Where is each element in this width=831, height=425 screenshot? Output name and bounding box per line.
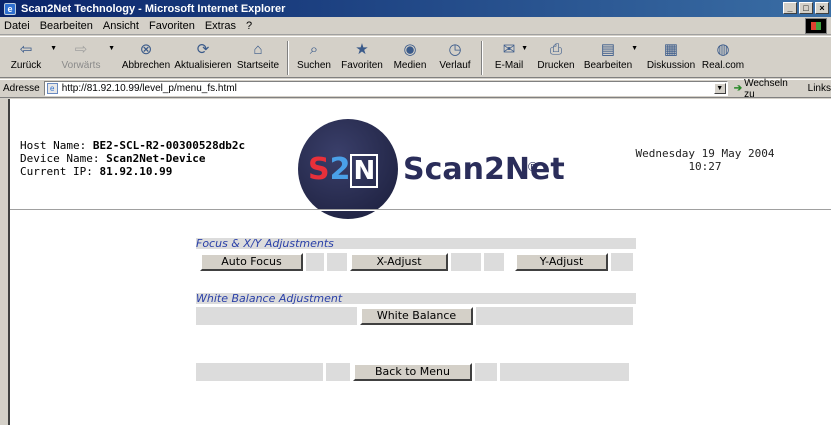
toolbar-separator — [287, 41, 289, 75]
home-icon: ⌂ — [253, 40, 263, 58]
window-title: Scan2Net Technology - Microsoft Internet… — [21, 2, 286, 15]
menu-bearbeiten[interactable]: Bearbeiten — [40, 20, 93, 32]
page-icon: e — [46, 83, 58, 94]
time-text: 10:27 — [688, 160, 722, 173]
ip-value: 81.92.10.99 — [99, 165, 173, 178]
device-value: Scan2Net-Device — [106, 152, 206, 165]
ip-label: Current IP: — [20, 165, 93, 178]
window-titlebar[interactable]: e Scan2Net Technology - Microsoft Intern… — [0, 0, 831, 17]
stop-button[interactable]: ⊗ Abbrechen — [118, 37, 174, 77]
refresh-button[interactable]: ⟳ Aktualisieren — [174, 37, 232, 77]
minimize-button[interactable]: _ — [783, 2, 797, 14]
host-value: BE2-SCL-R2-00300528db2c — [92, 139, 246, 152]
search-icon: ⌕ — [309, 40, 319, 58]
windows-logo-icon — [805, 18, 827, 34]
wb-button-row: White Balance — [196, 307, 636, 325]
device-label: Device Name: — [20, 152, 100, 165]
menu-datei[interactable]: Datei — [4, 20, 30, 32]
mail-button[interactable]: ✉ E-Mail ▼ — [486, 37, 532, 77]
toolbar: ⇦ Zurück ▼ ⇨ Vorwärts ▼ ⊗ Abbrechen ⟳ Ak… — [0, 36, 831, 78]
media-icon: ◉ — [403, 41, 417, 58]
menu-bar: Datei Bearbeiten Ansicht Favoriten Extra… — [0, 17, 831, 35]
address-bar: Adresse e http://81.92.10.99/level_p/men… — [0, 78, 831, 100]
history-icon: ◷ — [448, 41, 462, 58]
x-adjust-button[interactable]: X-Adjust — [350, 253, 448, 271]
mail-dropdown-icon[interactable]: ▼ — [521, 45, 528, 52]
stop-icon: ⊗ — [139, 41, 153, 58]
realcom-icon: ◍ — [716, 41, 730, 58]
auto-focus-button[interactable]: Auto Focus — [200, 253, 303, 271]
realcom-button[interactable]: ◍ Real.com — [700, 37, 746, 77]
back-button-row: Back to Menu — [196, 363, 632, 381]
forward-arrow-icon: ⇨ — [74, 41, 88, 58]
address-label: Adresse — [3, 83, 40, 94]
address-input[interactable]: e http://81.92.10.99/level_p/menu_fs.htm… — [43, 81, 728, 96]
history-button[interactable]: ◷ Verlauf — [432, 37, 478, 77]
back-button[interactable]: ⇦ Zurück ▼ — [4, 37, 57, 77]
focus-button-row: Auto Focus X-Adjust Y-Adjust — [196, 253, 636, 271]
favorites-icon: ★ — [355, 41, 369, 58]
address-url: http://81.92.10.99/level_p/menu_fs.html — [61, 83, 237, 94]
logo-mark: S2 N — [308, 152, 379, 188]
refresh-icon: ⟳ — [196, 41, 210, 58]
logo-brand: Scan2Net — [403, 152, 565, 187]
scan2net-logo: S2 N Scan2Net ® — [298, 119, 565, 219]
window-controls: _ □ × — [783, 2, 829, 14]
edit-button[interactable]: ▤ Bearbeiten ▼ — [580, 37, 638, 77]
back-arrow-icon: ⇦ — [19, 41, 33, 58]
ie-icon: e — [4, 2, 16, 15]
page-content: Host Name: BE2-SCL-R2-00300528db2c Devic… — [8, 99, 831, 425]
host-label: Host Name: — [20, 139, 87, 152]
mail-icon: ✉ — [502, 41, 516, 58]
edit-dropdown-icon[interactable]: ▼ — [631, 45, 638, 52]
menu-extras[interactable]: Extras — [205, 20, 236, 32]
logo-registered: ® — [528, 159, 538, 174]
divider — [10, 209, 831, 211]
discuss-button[interactable]: ▦ Diskussion — [642, 37, 700, 77]
focus-section-title: Focus & X/Y Adjustments — [196, 238, 636, 249]
forward-button[interactable]: ⇨ Vorwärts ▼ — [56, 37, 115, 77]
menu-help[interactable]: ? — [246, 20, 252, 32]
white-balance-button[interactable]: White Balance — [360, 307, 473, 325]
close-button[interactable]: × — [815, 2, 829, 14]
discuss-icon: ▦ — [663, 41, 679, 58]
maximize-button[interactable]: □ — [799, 2, 813, 14]
date-text: Wednesday 19 May 2004 — [635, 147, 775, 160]
media-button[interactable]: ◉ Medien — [388, 37, 432, 77]
menu-ansicht[interactable]: Ansicht — [103, 20, 139, 32]
go-button[interactable]: ➔ Wechseln zu — [734, 78, 800, 100]
edit-icon: ▤ — [600, 41, 616, 58]
favorites-button[interactable]: ★ Favoriten — [336, 37, 388, 77]
toolbar-separator — [481, 41, 483, 75]
device-info: Host Name: BE2-SCL-R2-00300528db2c Devic… — [20, 139, 245, 178]
y-adjust-button[interactable]: Y-Adjust — [515, 253, 608, 271]
wb-section-title: White Balance Adjustment — [196, 293, 636, 304]
links-button[interactable]: Links — [808, 83, 831, 94]
print-icon: ⎙ — [549, 40, 562, 58]
home-button[interactable]: ⌂ Startseite — [232, 37, 284, 77]
datetime: Wednesday 19 May 2004 10:27 — [630, 147, 780, 173]
go-arrow-icon: ➔ — [733, 83, 743, 94]
forward-dropdown-icon[interactable]: ▼ — [108, 45, 115, 52]
print-button[interactable]: ⎙ Drucken — [532, 37, 580, 77]
back-to-menu-button[interactable]: Back to Menu — [353, 363, 472, 381]
menu-favoriten[interactable]: Favoriten — [149, 20, 195, 32]
search-button[interactable]: ⌕ Suchen — [292, 37, 336, 77]
address-dropdown-icon[interactable]: ▼ — [713, 83, 726, 94]
